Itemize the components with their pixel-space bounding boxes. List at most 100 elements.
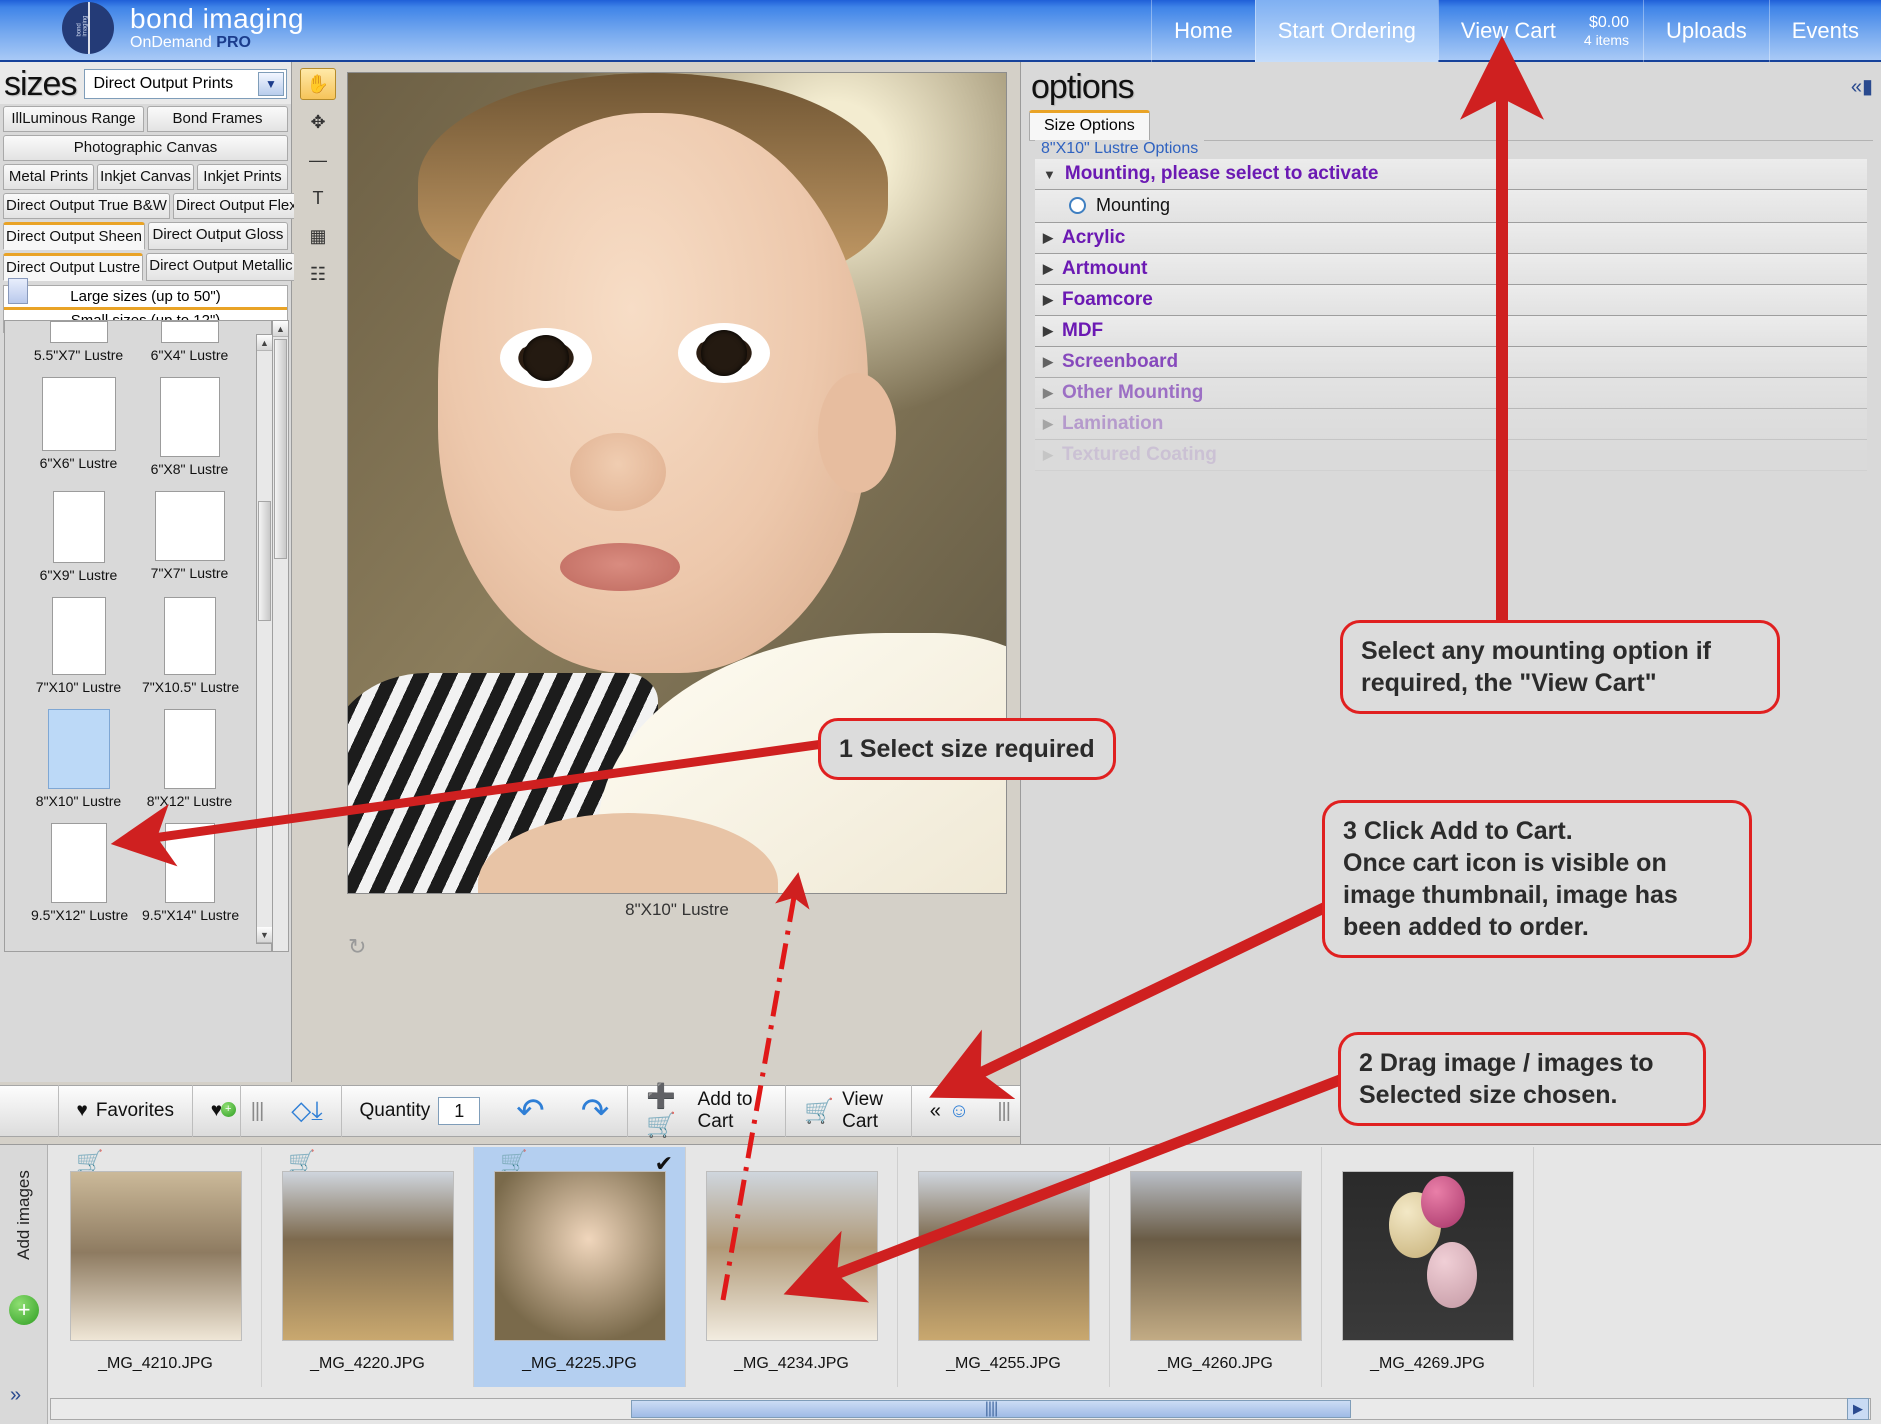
- size-swatch[interactable]: [42, 377, 116, 451]
- quantity-control[interactable]: Quantity 1: [342, 1085, 499, 1137]
- thumbnail-image[interactable]: [1130, 1171, 1302, 1341]
- size-swatch-cell[interactable]: 6"X4" Lustre: [142, 321, 237, 377]
- tab-size-options[interactable]: Size Options: [1029, 110, 1150, 140]
- thumbnail-item[interactable]: 🛒_MG_4210.JPG: [50, 1147, 262, 1387]
- material-tab[interactable]: IllLuminous Range: [3, 106, 144, 132]
- thumbnail-image[interactable]: [1342, 1171, 1514, 1341]
- radio-icon[interactable]: [1069, 197, 1086, 214]
- size-swatch[interactable]: [50, 321, 108, 343]
- redo-button[interactable]: ↷: [563, 1085, 628, 1137]
- size-swatch-cell[interactable]: 5.5"X7" Lustre: [31, 321, 126, 377]
- nav-item-view-cart[interactable]: View Cart: [1438, 0, 1578, 62]
- size-swatch-cell[interactable]: 8"X12" Lustre: [142, 709, 237, 823]
- size-swatch[interactable]: [164, 709, 216, 789]
- undo-button[interactable]: ↶: [498, 1085, 563, 1137]
- crop-move-icon[interactable]: ✥: [300, 106, 336, 138]
- thumbnail-item[interactable]: _MG_4269.JPG: [1322, 1147, 1534, 1387]
- size-swatch[interactable]: [155, 491, 225, 561]
- size-swatch[interactable]: [164, 597, 216, 675]
- mounting-option-row[interactable]: ▶MDF: [1035, 316, 1867, 347]
- quantity-input[interactable]: 1: [438, 1097, 480, 1125]
- mounting-option-row[interactable]: ▼Mounting, please select to activate: [1035, 159, 1867, 190]
- view-cart-button[interactable]: 🛒 View Cart: [786, 1085, 911, 1137]
- nav-item-start-ordering[interactable]: Start Ordering: [1255, 0, 1438, 62]
- text-tool-icon[interactable]: T: [300, 182, 336, 214]
- triangle-right-icon[interactable]: ▶: [1043, 447, 1053, 463]
- line-tool-icon[interactable]: ―: [300, 144, 336, 176]
- sizes-inner-scrollbar[interactable]: ▲ ▼: [256, 334, 273, 944]
- thumbnail-item[interactable]: 🛒✔_MG_4225.JPG: [474, 1147, 686, 1387]
- toolbar-grip-right[interactable]: |||: [987, 1100, 1020, 1123]
- mounting-option-row[interactable]: ▶Artmount: [1035, 254, 1867, 285]
- scroll-up-icon-inner[interactable]: ▲: [257, 335, 272, 351]
- material-tab[interactable]: Metal Prints: [3, 164, 94, 190]
- add-images-button[interactable]: +: [9, 1295, 39, 1325]
- material-tab[interactable]: Inkjet Canvas: [97, 164, 194, 190]
- thumbnail-image[interactable]: [70, 1171, 242, 1341]
- scrollbar-thumb[interactable]: [274, 339, 287, 559]
- mounting-suboption[interactable]: Mounting: [1035, 190, 1867, 223]
- mounting-option-row[interactable]: ▶Screenboard: [1035, 347, 1867, 378]
- triangle-right-icon[interactable]: ▶: [1043, 292, 1053, 308]
- size-swatch[interactable]: [51, 823, 107, 903]
- size-swatch[interactable]: [161, 321, 219, 343]
- add-favorite-button[interactable]: ♥+: [193, 1085, 240, 1137]
- thumbnail-image[interactable]: [494, 1171, 666, 1341]
- add-to-cart-button[interactable]: ➕🛒 Add to Cart: [628, 1085, 785, 1137]
- size-swatch-cell[interactable]: 6"X9" Lustre: [31, 491, 126, 597]
- panel-resize-handle[interactable]: [8, 278, 28, 304]
- material-tab[interactable]: Direct Output Sheen: [3, 222, 145, 250]
- brand-logo[interactable]: bondimaging bond imaging OnDemand PRO: [62, 2, 304, 54]
- thumbnail-item[interactable]: _MG_4234.JPG: [686, 1147, 898, 1387]
- size-swatch[interactable]: [53, 491, 105, 563]
- triangle-right-icon[interactable]: ▶: [1043, 385, 1053, 401]
- material-tab[interactable]: Photographic Canvas: [3, 135, 288, 161]
- thumbnail-image[interactable]: [282, 1171, 454, 1341]
- nav-item-events[interactable]: Events: [1769, 0, 1881, 62]
- scroll-up-icon[interactable]: ▲: [273, 321, 288, 337]
- expand-filmstrip-icon[interactable]: »: [10, 1384, 21, 1407]
- material-tab[interactable]: Bond Frames: [147, 106, 288, 132]
- triangle-right-icon[interactable]: ▶: [1043, 323, 1053, 339]
- mounting-option-row[interactable]: ▶Lamination: [1035, 409, 1867, 440]
- triangle-right-icon[interactable]: ▶: [1043, 354, 1053, 370]
- triangle-right-icon[interactable]: ▶: [1043, 261, 1053, 277]
- size-swatch-cell[interactable]: 7"X10.5" Lustre: [142, 597, 237, 709]
- pan-hand-icon[interactable]: ✋: [300, 68, 336, 100]
- filmstrip-scrollbar[interactable]: ||||: [50, 1398, 1871, 1420]
- size-swatch-cell[interactable]: 6"X8" Lustre: [142, 377, 237, 491]
- triangle-right-icon[interactable]: ▶: [1043, 230, 1053, 246]
- cart-summary[interactable]: $0.00 4 items: [1578, 0, 1643, 62]
- thumbnail-item[interactable]: _MG_4255.JPG: [898, 1147, 1110, 1387]
- size-swatch-cell[interactable]: 7"X10" Lustre: [31, 597, 126, 709]
- material-tab[interactable]: Direct Output Metallic: [146, 253, 295, 281]
- size-swatch-cell[interactable]: 6"X6" Lustre: [31, 377, 126, 491]
- layout-tool-icon[interactable]: ☷: [300, 258, 336, 290]
- mounting-option-row[interactable]: ▶Textured Coating: [1035, 440, 1867, 471]
- size-swatch-cell[interactable]: 9.5"X14" Lustre: [142, 823, 237, 937]
- triangle-right-icon[interactable]: ▶: [1043, 416, 1053, 432]
- thumbnail-image[interactable]: [706, 1171, 878, 1341]
- mounting-option-row[interactable]: ▶Foamcore: [1035, 285, 1867, 316]
- nav-item-home[interactable]: Home: [1151, 0, 1255, 62]
- toolbar-grip-left[interactable]: |||: [241, 1100, 274, 1123]
- size-swatch[interactable]: [160, 377, 220, 457]
- size-swatch-cell[interactable]: 7"X7" Lustre: [142, 491, 237, 597]
- product-category-select[interactable]: Direct Output Prints ▼: [84, 69, 287, 99]
- refresh-icon[interactable]: ↻: [348, 934, 366, 960]
- sizes-outer-scrollbar[interactable]: ▲: [272, 320, 289, 952]
- thumbnail-item[interactable]: 🛒_MG_4220.JPG: [262, 1147, 474, 1387]
- favorites-button[interactable]: ♥ Favorites: [59, 1085, 192, 1137]
- material-tab[interactable]: Direct Output Flex: [173, 193, 300, 219]
- mounting-option-row[interactable]: ▶Other Mounting: [1035, 378, 1867, 409]
- material-tab[interactable]: Direct Output Gloss: [148, 222, 288, 250]
- size-swatch[interactable]: [48, 709, 110, 789]
- collapse-toolbar-button[interactable]: « ☺: [912, 1085, 988, 1137]
- size-swatch[interactable]: [165, 823, 215, 903]
- range-large-sizes[interactable]: Large sizes (up to 50"): [4, 286, 287, 310]
- nav-item-uploads[interactable]: Uploads: [1643, 0, 1769, 62]
- scrollbar-thumb-inner[interactable]: [258, 501, 271, 621]
- filmstrip-scroll-right[interactable]: ▶: [1847, 1398, 1869, 1420]
- size-swatch[interactable]: [52, 597, 106, 675]
- triangle-down-icon[interactable]: ▼: [1043, 167, 1056, 182]
